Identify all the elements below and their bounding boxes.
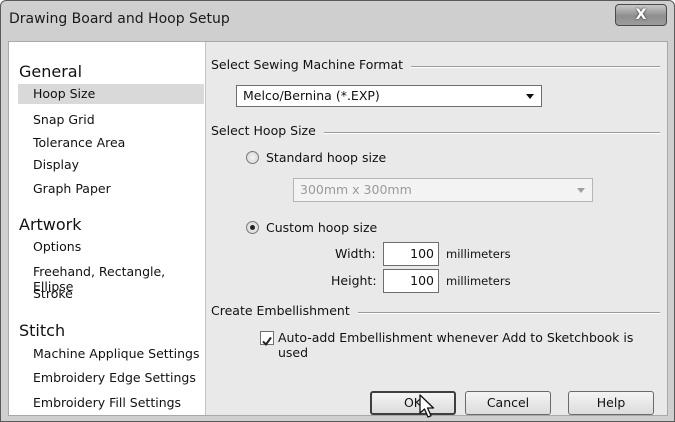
settings-category-list: General Hoop Size Snap Grid Tolerance Ar… [9, 42, 206, 415]
machine-format-value: Melco/Bernina (*.EXP) [243, 88, 380, 103]
sidebar-item-display[interactable]: Display [33, 157, 79, 172]
mouse-cursor-icon [419, 394, 435, 418]
cancel-button[interactable]: Cancel [465, 391, 551, 415]
title-bar[interactable]: Drawing Board and Hoop Setup X [1, 1, 674, 41]
embellishment-section-rule [344, 312, 660, 314]
standard-hoop-value: 300mm x 300mm [300, 182, 412, 197]
chevron-down-icon [577, 188, 585, 193]
chevron-down-icon [526, 94, 534, 99]
standard-hoop-radio[interactable] [246, 151, 259, 164]
sidebar-item-hoop-size[interactable]: Hoop Size [18, 84, 204, 104]
category-stitch[interactable]: Stitch [19, 321, 65, 340]
ok-button[interactable]: OK [370, 391, 456, 415]
sidebar-item-machine-applique[interactable]: Machine Applique Settings [33, 346, 199, 361]
sidebar-item-options[interactable]: Options [33, 239, 81, 254]
sidebar-item-embroidery-edge[interactable]: Embroidery Edge Settings [33, 370, 196, 385]
height-label: Height: [331, 273, 377, 288]
machine-format-select[interactable]: Melco/Bernina (*.EXP) [236, 85, 542, 107]
category-general[interactable]: General [19, 62, 82, 81]
close-icon: X [635, 7, 647, 23]
format-section-label: Select Sewing Machine Format [211, 57, 412, 72]
category-artwork[interactable]: Artwork [19, 215, 82, 234]
format-section-rule [404, 66, 660, 68]
checkmark-icon [262, 336, 272, 347]
sidebar-item-graph-paper[interactable]: Graph Paper [33, 181, 111, 196]
hoop-section-rule [324, 132, 660, 134]
help-button[interactable]: Help [568, 391, 654, 415]
settings-panel: Select Sewing Machine Format Melco/Berni… [206, 42, 667, 415]
custom-hoop-radio[interactable] [246, 221, 259, 234]
close-button[interactable]: X [615, 4, 667, 26]
height-input[interactable]: 100 [383, 269, 439, 293]
standard-hoop-label[interactable]: Standard hoop size [266, 150, 386, 165]
sidebar-item-snap-grid[interactable]: Snap Grid [33, 112, 95, 127]
dialog-window: Drawing Board and Hoop Setup X General H… [0, 0, 675, 422]
height-units: millimeters [446, 274, 511, 288]
width-label: Width: [335, 246, 376, 261]
width-units: millimeters [446, 247, 511, 261]
standard-hoop-select[interactable]: 300mm x 300mm [293, 178, 593, 202]
custom-hoop-label[interactable]: Custom hoop size [266, 220, 377, 235]
sidebar-item-tolerance-area[interactable]: Tolerance Area [33, 135, 125, 150]
auto-add-label[interactable]: Auto-add Embellishment whenever Add to S… [278, 330, 667, 360]
width-input[interactable]: 100 [383, 242, 439, 266]
dialog-title: Drawing Board and Hoop Setup [9, 11, 230, 27]
sidebar-item-embroidery-fill[interactable]: Embroidery Fill Settings [33, 395, 181, 410]
embellishment-section-label: Create Embellishment [211, 303, 358, 318]
sidebar-item-stroke[interactable]: Stroke [33, 286, 73, 301]
dialog-client-area: General Hoop Size Snap Grid Tolerance Ar… [8, 41, 668, 416]
auto-add-checkbox[interactable] [260, 331, 274, 347]
radio-selected-dot [250, 225, 255, 230]
hoop-section-label: Select Hoop Size [211, 123, 324, 138]
